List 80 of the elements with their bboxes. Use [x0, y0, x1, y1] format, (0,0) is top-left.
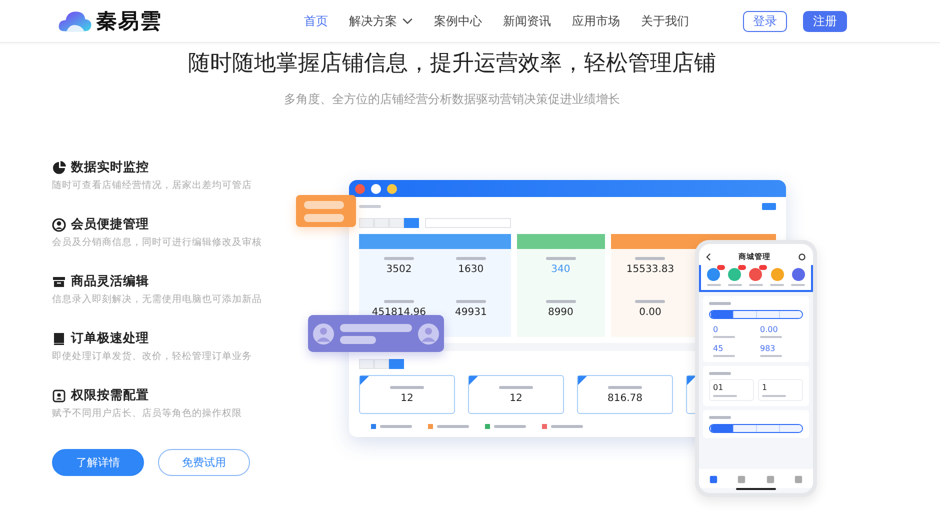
- nav-link[interactable]: 新闻资讯: [503, 12, 551, 30]
- shortcut-icon[interactable]: [707, 268, 720, 281]
- stat-value: 0.00: [639, 307, 662, 318]
- placeholder-bar: [359, 205, 381, 208]
- hero-title: 随时随地掌握店铺信息，提升运营效率，轻松管理店铺: [187, 50, 717, 78]
- stat-value: 49931: [455, 307, 487, 318]
- feature-title: 订单极速处理: [71, 330, 149, 347]
- nav-link[interactable]: 应用市场: [572, 12, 620, 30]
- placeholder-bar: [384, 300, 414, 303]
- nav-link[interactable]: 关于我们: [641, 12, 689, 30]
- free-trial-button[interactable]: 免费试用: [158, 449, 250, 476]
- nav-link[interactable]: 案例中心: [434, 12, 482, 30]
- stat-value: 3502: [386, 264, 412, 275]
- shortcut-icon[interactable]: [770, 268, 784, 281]
- placeholder-bar: [456, 300, 486, 303]
- placeholder-bar: [546, 300, 576, 303]
- card-value: 12: [400, 392, 414, 404]
- stat-value: 15533.83: [626, 264, 674, 275]
- placeholder-bar: [304, 200, 344, 208]
- placeholder-bar: [499, 386, 533, 388]
- stat-value: 340: [551, 264, 570, 275]
- pie-chart-icon: [52, 160, 66, 174]
- feature-description: 信息录入即刻解决，无需使用电脑也可添加新品: [52, 293, 263, 306]
- shortcut-icon[interactable]: [749, 268, 762, 281]
- feature-description: 会员及分销商信息，同时可进行编辑修改及审核: [52, 236, 263, 249]
- feature-description: 即使处理订单发货、改价，轻松管理订单业务: [52, 350, 253, 363]
- placeholder-bar: [340, 336, 376, 344]
- placeholder-bar: [384, 257, 414, 260]
- placeholder-bar: [304, 214, 344, 222]
- learn-more-button[interactable]: 了解详情: [52, 449, 144, 476]
- small-button[interactable]: [762, 203, 776, 210]
- brand-name: 秦易雲: [96, 7, 162, 35]
- tile-value: 01: [713, 383, 724, 392]
- stat-value: 0.00: [760, 325, 779, 334]
- placeholder-bar: [380, 425, 412, 428]
- nav-link[interactable]: 首页: [304, 12, 328, 30]
- stat-value: 8990: [548, 307, 574, 318]
- book-icon: [52, 332, 66, 346]
- placeholder-bar: [494, 425, 526, 428]
- user-badge-icon: [52, 388, 66, 402]
- feature-description: 随时可查看店铺经营情况，居家出差均可管店: [52, 179, 253, 192]
- placeholder-bar: [608, 386, 642, 388]
- register-button[interactable]: 注册: [803, 10, 847, 32]
- shortcut-icon[interactable]: [792, 268, 805, 281]
- stat-value: 1630: [458, 264, 484, 275]
- placeholder-bar: [551, 425, 583, 428]
- user-circle-icon: [52, 218, 66, 232]
- settings-icon: [798, 253, 806, 261]
- corner-ribbon: [578, 376, 587, 385]
- placeholder-bar: [456, 257, 486, 260]
- feature-title: 商品灵活编辑: [71, 273, 149, 290]
- nav-link[interactable]: 解决方案: [349, 12, 413, 30]
- stat-value: 45: [713, 344, 724, 353]
- hero-subtitle: 多角度、全方位的店铺经营分析数据驱动营销决策促进业绩增长: [283, 91, 621, 108]
- login-button[interactable]: 登录: [743, 10, 787, 32]
- feature-title: 权限按需配置: [71, 387, 149, 404]
- archive-box-icon: [52, 274, 66, 288]
- corner-ribbon: [469, 376, 478, 385]
- card-value: 816.78: [608, 392, 642, 404]
- placeholder-bar: [546, 257, 576, 260]
- placeholder-bar: [635, 300, 666, 303]
- corner-ribbon: [360, 376, 369, 385]
- feature-description: 赋予不同用户店长、店员等角色的操作权限: [52, 407, 243, 420]
- placeholder-bar: [709, 416, 731, 419]
- feature-title: 数据实时监控: [71, 159, 149, 176]
- placeholder-bar: [340, 324, 412, 332]
- card-value: 12: [510, 392, 522, 404]
- tile-value: 1: [762, 383, 768, 392]
- stat-value: 0: [713, 325, 720, 334]
- placeholder-bar: [635, 257, 666, 260]
- date-range-field[interactable]: [425, 218, 511, 228]
- placeholder-bar: [709, 372, 731, 375]
- cloud-logo-icon: [58, 9, 92, 33]
- placeholder-bar: [390, 386, 424, 388]
- stat-value: 451814.96: [372, 307, 426, 318]
- feature-title: 会员便捷管理: [71, 216, 149, 233]
- stat-value: 983: [760, 344, 776, 353]
- placeholder-bar: [709, 302, 731, 305]
- placeholder-bar: [437, 425, 469, 428]
- shortcut-icon[interactable]: [728, 268, 742, 281]
